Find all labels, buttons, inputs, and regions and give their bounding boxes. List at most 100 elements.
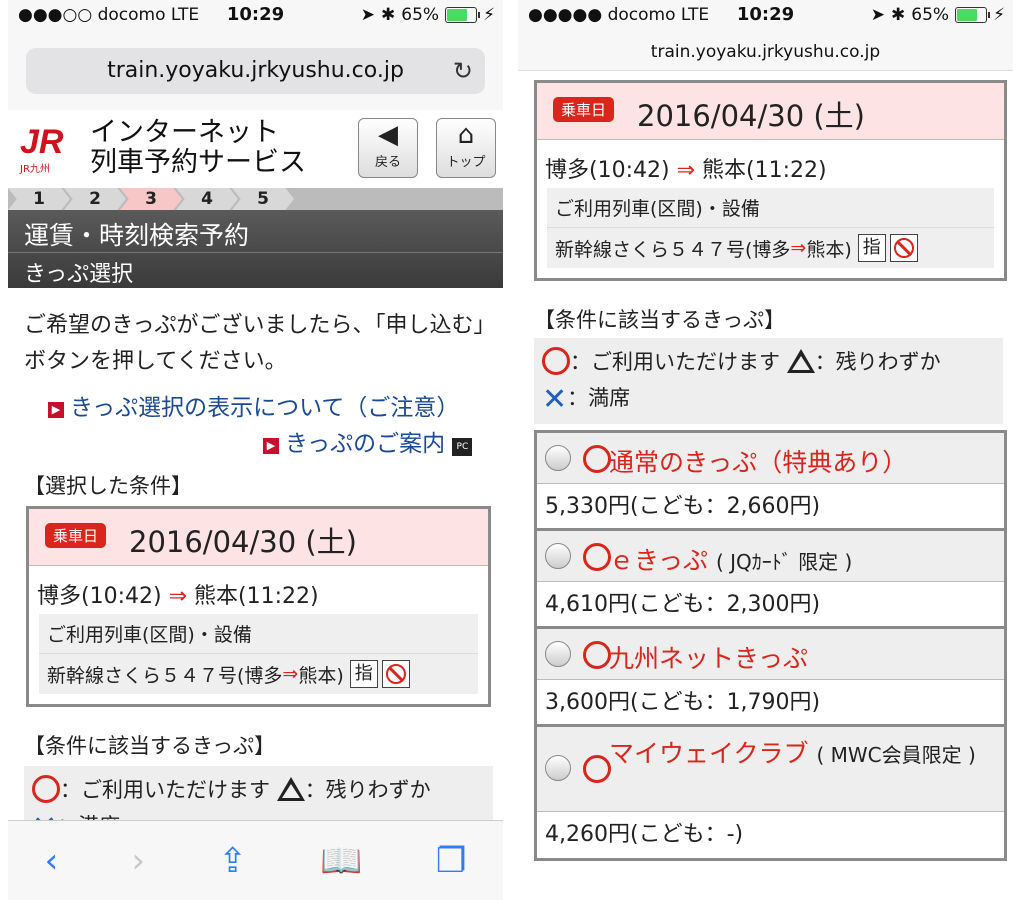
link-arrow-icon: ▶: [263, 438, 279, 454]
ride-date: 2016/04/30 (土): [637, 99, 865, 133]
tabs-icon[interactable]: ❐: [436, 841, 466, 881]
available-icon: [583, 755, 611, 783]
site-title: インターネット 列車予約サービス: [90, 118, 306, 178]
site-header: JR JR九州 インターネット 列車予約サービス ◀ 戻る ⌂ トップ: [8, 110, 503, 188]
ticket-note: ( JQｶｰﾄﾞ 限定 ): [715, 550, 853, 574]
bookmarks-icon[interactable]: 📖: [320, 841, 362, 881]
legend-available: ：ご利用いただけます: [60, 778, 270, 802]
battery-icon: [445, 7, 481, 23]
pc-icon: PC: [452, 438, 473, 456]
reload-icon[interactable]: ↻: [453, 48, 473, 94]
train-name: 新幹線さくら５４７号(博多: [555, 238, 791, 261]
legend-full: ：満席: [567, 386, 631, 410]
url-field[interactable]: train.yoyaku.jrkyushu.co.jp ↻: [26, 48, 485, 94]
left-screenshot: ●●●○○ docomo LTE 10:29 ➤ ✱ 65% ⚡ train.y…: [8, 0, 503, 900]
forward-nav-icon[interactable]: ›: [132, 841, 146, 881]
browser-toolbar: ‹ › ⇪ 📖 ❐: [8, 820, 503, 900]
back-nav-icon[interactable]: ‹: [45, 841, 59, 881]
ride-date-badge: 乗車日: [45, 523, 107, 548]
charging-icon: ⚡: [993, 5, 1005, 25]
url-text: train.yoyaku.jrkyushu.co.jp: [107, 58, 404, 83]
date-bar: 乗車日 2016/04/30 (土): [537, 83, 1004, 140]
ticket-price: 5,330円(こども：2,660円): [537, 484, 1004, 530]
ticket-name: 九州ネットきっぷ: [609, 639, 808, 675]
full-icon: ✕: [542, 382, 568, 417]
train-header: ご利用列車(区間)・設備: [547, 188, 994, 228]
no-smoking-icon: [889, 234, 918, 262]
ticket-header: ｅきっぷ ( JQｶｰﾄﾞ 限定 ): [537, 531, 1004, 582]
ticket-header: 通常のきっぷ（特典あり）: [537, 433, 1004, 484]
top-label: トップ: [446, 155, 486, 170]
route: 博多(10:42) ⇒ 熊本(11:22): [29, 566, 488, 614]
date-bar: 乗車日 2016/04/30 (土): [29, 509, 488, 566]
address-bar: train.yoyaku.jrkyushu.co.jp ↻: [8, 30, 503, 111]
ticket-radio[interactable]: [545, 755, 571, 781]
ticket-radio[interactable]: [545, 543, 571, 569]
available-icon: [32, 775, 60, 803]
status-bar: ●●●○○ docomo LTE 10:29 ➤ ✱ 65% ⚡: [8, 0, 503, 30]
ticket-radio[interactable]: [545, 445, 571, 471]
ticket-price: 4,260円(こども：-): [537, 812, 1004, 858]
departure: 博多(10:42): [37, 584, 162, 609]
reserved-seat-icon: 指: [349, 660, 378, 688]
status-right: ➤ ✱ 65% ⚡: [871, 5, 1005, 25]
legend-few: ：残りわずか: [304, 778, 431, 802]
bluetooth-icon: ✱: [891, 5, 906, 25]
arrow-icon: ⇒: [282, 663, 299, 685]
train-row: 新幹線さくら５４７号(博多 ⇒ 熊本) 指: [547, 228, 994, 268]
available-icon: [583, 543, 611, 571]
top-button[interactable]: ⌂ トップ: [436, 118, 496, 178]
ticket-price: 3,600円(こども：1,790円): [537, 680, 1004, 726]
notice-link-label: きっぷ選択の表示について（ご注意）: [70, 395, 460, 421]
divider: [8, 252, 503, 253]
condition-box: 乗車日 2016/04/30 (土) 博多(10:42) ⇒ 熊本(11:22)…: [26, 506, 491, 707]
arrival: 熊本(11:22): [702, 158, 827, 183]
guide-link[interactable]: ▶ きっぷのご案内 PC: [263, 424, 473, 458]
location-icon: ➤: [360, 5, 376, 25]
notice-link[interactable]: ▶ きっぷ選択の表示について（ご注意）: [48, 388, 459, 422]
logo-mark: JR: [20, 123, 64, 161]
status-bar: ●●●●● docomo LTE 10:29 ➤ ✱ 65% ⚡: [518, 0, 1013, 30]
ticket-option: 通常のきっぷ（特典あり） 5,330円(こども：2,660円): [534, 430, 1007, 533]
few-left-icon: [276, 777, 305, 801]
ticket-option: ｅきっぷ ( JQｶｰﾄﾞ 限定 ) 4,610円(こども：2,300円): [534, 528, 1007, 631]
ticket-header: マイウェイクラブ ( MWC会員限定 ): [537, 727, 1004, 812]
home-icon: ⌂: [457, 120, 475, 150]
ticket-name-text: マイウェイクラブ: [609, 739, 809, 768]
ticket-name-text: 九州ネットきっぷ: [609, 644, 809, 673]
step-2: 2: [64, 188, 126, 210]
page-title: 運賃・時刻検索予約: [24, 221, 250, 250]
available-icon: [583, 445, 611, 473]
link-arrow-icon: ▶: [48, 402, 64, 418]
site-title-line2: 列車予約サービス: [90, 147, 306, 178]
departure: 博多(10:42): [545, 158, 670, 183]
train-destination: 熊本): [298, 664, 344, 687]
few-left-icon: [786, 349, 815, 373]
no-smoking-icon: [381, 660, 410, 688]
train-row: 新幹線さくら５４７号(博多 ⇒ 熊本) 指: [39, 654, 478, 694]
back-arrow-icon: ◀: [378, 120, 398, 150]
intro-text: ご希望のきっぷがございましたら、「申し込む」ボタンを押してください。: [24, 313, 485, 374]
ticket-name: 通常のきっぷ（特典あり）: [609, 443, 907, 479]
battery-icon: [955, 7, 991, 23]
reserved-seat-icon: 指: [857, 234, 886, 262]
ticket-name: マイウェイクラブ ( MWC会員限定 ): [609, 737, 996, 772]
bluetooth-icon: ✱: [381, 5, 396, 25]
page-subtitle: きっぷ選択: [24, 262, 134, 287]
share-icon[interactable]: ⇪: [218, 841, 247, 881]
url-field[interactable]: train.yoyaku.jrkyushu.co.jp: [518, 30, 1013, 71]
battery-percent: 65%: [401, 5, 440, 25]
route-arrow-icon: ⇒: [168, 584, 188, 609]
tickets-label: 【条件に該当するきっぷ】: [24, 734, 276, 758]
ride-date-badge: 乗車日: [553, 97, 615, 122]
ride-date: 2016/04/30 (土): [129, 525, 357, 559]
train-info: ご利用列車(区間)・設備 新幹線さくら５４７号(博多 ⇒ 熊本) 指: [547, 188, 994, 268]
availability-legend: ：ご利用いただけます ：残りわずか ✕：満席: [534, 338, 1003, 424]
condition-box: 乗車日 2016/04/30 (土) 博多(10:42) ⇒ 熊本(11:22)…: [534, 80, 1007, 281]
route-arrow-icon: ⇒: [676, 158, 696, 183]
ticket-header: 九州ネットきっぷ: [537, 629, 1004, 680]
page-heading: 運賃・時刻検索予約 きっぷ選択: [8, 210, 503, 288]
back-button[interactable]: ◀ 戻る: [358, 118, 418, 178]
ticket-radio[interactable]: [545, 641, 571, 667]
legend-available: ：ご利用いただけます: [570, 350, 780, 374]
